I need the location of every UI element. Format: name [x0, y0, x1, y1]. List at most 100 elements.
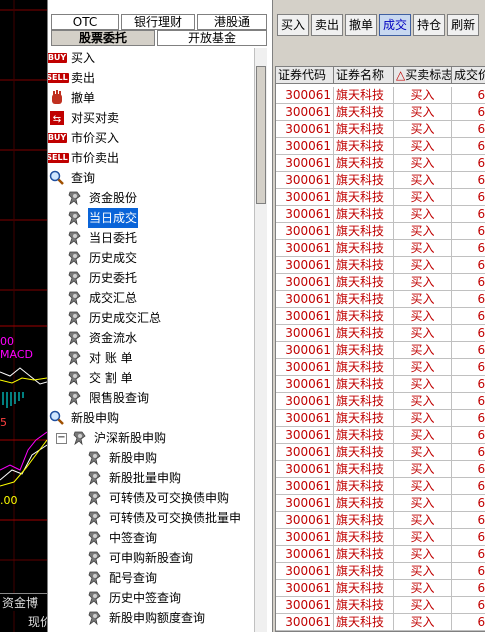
tree-item[interactable]: 新股申购 [86, 448, 158, 468]
tree-item[interactable]: 资金股份 [66, 188, 138, 208]
table-cell: 6. [452, 376, 485, 393]
tab-hk-connect[interactable]: 港股通 [197, 14, 267, 30]
table-row[interactable]: 300061旗天科技买入6. [276, 597, 485, 614]
table-row[interactable]: 300061旗天科技买入6. [276, 155, 485, 172]
tree-item[interactable]: SELL 市价卖出 [48, 148, 120, 168]
table-row[interactable]: 300061旗天科技买入6. [276, 206, 485, 223]
table-cell: 旗天科技 [334, 359, 394, 376]
tree-item[interactable]: 限售股查询 [66, 388, 150, 408]
positions-button[interactable]: 持仓 [413, 14, 446, 36]
tree-item[interactable]: ⇆ 对买对卖 [48, 108, 120, 128]
table-row[interactable]: 300061旗天科技买入6. [276, 104, 485, 121]
table-cell: 300061 [276, 427, 334, 444]
table-row[interactable]: 300061旗天科技买入6. [276, 614, 485, 631]
tab-stock-order[interactable]: 股票委托 [51, 30, 155, 46]
tab-otc[interactable]: OTC [51, 14, 119, 30]
table-row[interactable]: 300061旗天科技买入6. [276, 563, 485, 580]
tree-item[interactable]: 历史中签查询 [86, 588, 182, 608]
tree-item[interactable]: 当日成交 [66, 208, 139, 228]
table-row[interactable]: 300061旗天科技买入6. [276, 512, 485, 529]
table-row[interactable]: 300061旗天科技买入6. [276, 359, 485, 376]
table-row[interactable]: 300061旗天科技买入6. [276, 87, 485, 104]
refresh-button[interactable]: 刷新 [447, 14, 480, 36]
table-row[interactable]: 300061旗天科技买入6. [276, 240, 485, 257]
column-header-label: 证券名称 [336, 68, 385, 82]
tree-item[interactable]: 历史委托 [66, 268, 138, 288]
table-row[interactable]: 300061旗天科技买入6. [276, 376, 485, 393]
column-header[interactable]: 成交价 [452, 67, 485, 84]
tree-item[interactable]: 历史成交 [66, 248, 138, 268]
tree-item[interactable]: BUY 市价买入 [48, 128, 120, 148]
table-row[interactable]: 300061旗天科技买入6. [276, 529, 485, 546]
tree-item-label: 撤单 [71, 91, 96, 105]
table-row[interactable]: 300061旗天科技买入6. [276, 546, 485, 563]
table-row[interactable]: 300061旗天科技买入6. [276, 444, 485, 461]
table-row[interactable]: 300061旗天科技买入6. [276, 427, 485, 444]
tab-open-fund[interactable]: 开放基金 [157, 30, 267, 46]
tree-item[interactable]: 配号查询 [86, 568, 158, 588]
tree-item[interactable]: 对 账 单 [66, 348, 134, 368]
tree-item[interactable]: 中签查询 [86, 528, 158, 548]
tree-item[interactable]: 可转债及可交换债批量申 [86, 508, 242, 528]
column-header-label: 证券代码 [278, 68, 327, 82]
tree-item[interactable]: 可转债及可交换债申购 [86, 488, 230, 508]
table-row[interactable]: 300061旗天科技买入6. [276, 478, 485, 495]
pin-icon [66, 209, 84, 227]
table-row[interactable]: 300061旗天科技买入6. [276, 580, 485, 597]
collapse-toggle-icon[interactable]: − [56, 432, 67, 444]
column-header-label: 成交价 [454, 68, 485, 82]
tree-item[interactable]: 新股申购 [48, 408, 120, 428]
table-row[interactable]: 300061旗天科技买入6. [276, 121, 485, 138]
tree-item[interactable]: 历史成交汇总 [66, 308, 162, 328]
icon-badge-text: BUY [48, 133, 68, 143]
table-row[interactable]: 300061旗天科技买入6. [276, 495, 485, 512]
table-row[interactable]: 300061旗天科技买入6. [276, 223, 485, 240]
tree-item[interactable]: BUY 买入 [48, 48, 96, 68]
column-header[interactable]: 证券代码 [276, 67, 334, 84]
table-cell: 6. [452, 223, 485, 240]
column-header[interactable]: 证券名称 [334, 67, 394, 84]
table-row[interactable]: 300061旗天科技买入6. [276, 461, 485, 478]
tree-item[interactable]: 可申购新股查询 [86, 548, 194, 568]
capital-tab[interactable]: 资金博 [0, 593, 47, 611]
cancel-hand-icon [48, 89, 66, 107]
tree-item-label: 历史委托 [89, 271, 138, 285]
tree-item[interactable]: 成交汇总 [66, 288, 138, 308]
table-row[interactable]: 300061旗天科技买入6. [276, 308, 485, 325]
table-cell: 6. [452, 121, 485, 138]
tree-item[interactable]: 当日委托 [66, 228, 138, 248]
table-cell: 旗天科技 [334, 342, 394, 359]
pin-icon [66, 229, 84, 247]
table-row[interactable]: 300061旗天科技买入6. [276, 189, 485, 206]
tree-item[interactable]: 资金流水 [66, 328, 138, 348]
column-header[interactable]: △买卖标志 [394, 67, 452, 84]
tree-scroll-thumb[interactable] [256, 66, 266, 204]
tree-item[interactable]: 新股批量申购 [86, 468, 182, 488]
table-row[interactable]: 300061旗天科技买入6. [276, 291, 485, 308]
pin-icon [86, 569, 104, 587]
table-row[interactable]: 300061旗天科技买入6. [276, 274, 485, 291]
table-cell: 6. [452, 580, 485, 597]
table-cell: 300061 [276, 580, 334, 597]
tree-item[interactable]: SELL 卖出 [48, 68, 96, 88]
table-row[interactable]: 300061旗天科技买入6. [276, 138, 485, 155]
table-cell: 旗天科技 [334, 580, 394, 597]
tree-scrollbar[interactable] [254, 48, 267, 632]
tree-item[interactable]: 交 割 单 [66, 368, 134, 388]
tree-item[interactable]: 撤单 [48, 88, 96, 108]
table-row[interactable]: 300061旗天科技买入6. [276, 342, 485, 359]
table-row[interactable]: 300061旗天科技买入6. [276, 325, 485, 342]
table-row[interactable]: 300061旗天科技买入6. [276, 393, 485, 410]
table-row[interactable]: 300061旗天科技买入6. [276, 172, 485, 189]
buy-button[interactable]: 买入 [277, 14, 310, 36]
tree-item-label: 资金流水 [89, 331, 138, 345]
cancel-button[interactable]: 撤单 [345, 14, 378, 36]
tab-bank-wealth[interactable]: 银行理财 [121, 14, 195, 30]
tree-item[interactable]: 查询 [48, 168, 96, 188]
sell-button[interactable]: 卖出 [311, 14, 344, 36]
tree-item[interactable]: − 沪深新股申购 [56, 428, 167, 448]
trades-button[interactable]: 成交 [379, 14, 412, 36]
tree-item[interactable]: 新股申购额度查询 [86, 608, 206, 628]
table-row[interactable]: 300061旗天科技买入6. [276, 257, 485, 274]
table-row[interactable]: 300061旗天科技买入6. [276, 410, 485, 427]
